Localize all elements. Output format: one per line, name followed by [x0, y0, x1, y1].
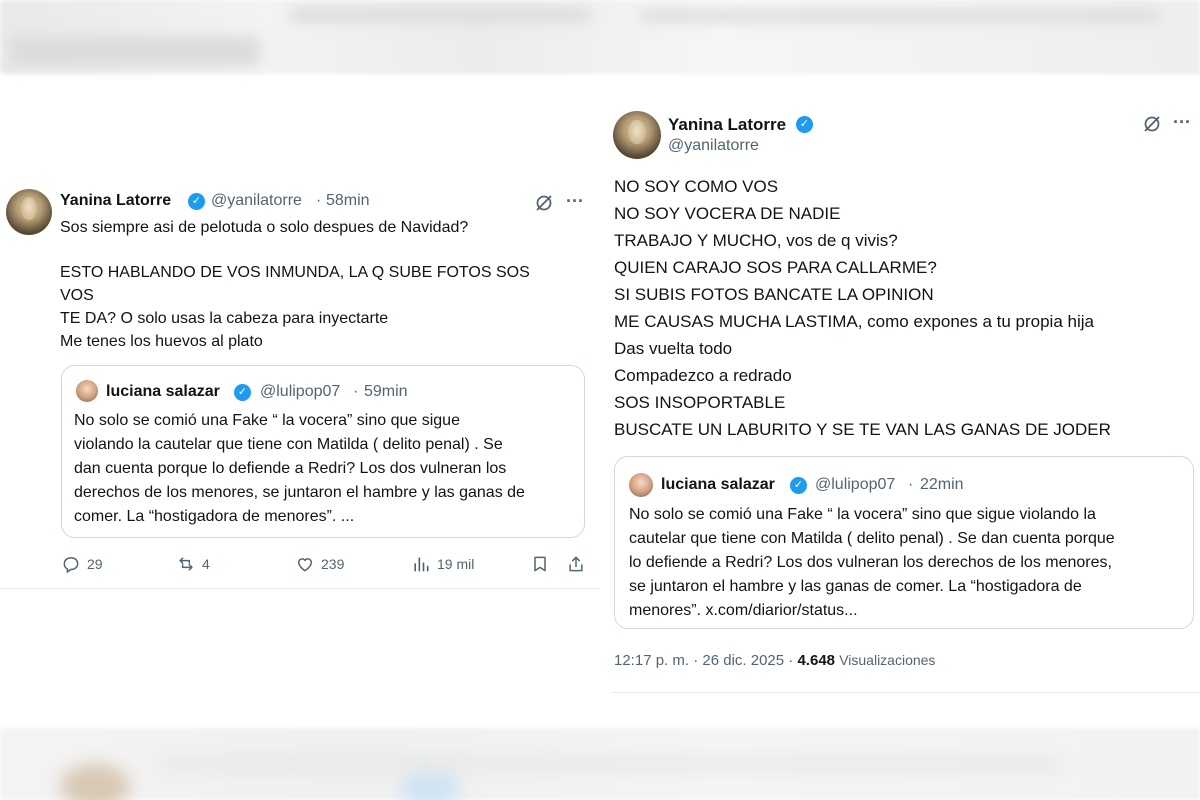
dot-separator: · [316, 192, 322, 209]
divider [612, 692, 1200, 693]
blurred-top-band [0, 0, 1200, 74]
dot-separator: · [908, 476, 914, 493]
tweet-body-line: Me tenes los huevos al plato [60, 333, 263, 350]
verified-badge-icon: ✓ [790, 477, 807, 494]
dot-separator: · [693, 652, 703, 669]
repost-count: 4 [202, 556, 210, 572]
quoted-text-line: No solo se comió una Fake “ la vocera” s… [629, 506, 1096, 523]
views-button[interactable]: 19 mil [411, 554, 474, 574]
tweet-body-line: SI SUBIS FOTOS BANCATE LA OPINION [614, 285, 934, 304]
like-count: 239 [321, 556, 345, 572]
tweet-body-line: TRABAJO Y MUCHO, vos de q vivis? [614, 231, 898, 250]
bookmark-button[interactable] [530, 554, 550, 574]
bookmark-icon [534, 556, 546, 572]
tweet-body-line: ME CAUSAS MUCHA LASTIMA, como expones a … [614, 312, 1094, 331]
quoted-author-name: luciana salazar [661, 476, 775, 493]
tweet-body-line: NO SOY VOCERA DE NADIE [614, 204, 841, 223]
blurred-bottom-band [0, 728, 1200, 800]
quoted-author-avatar [76, 380, 98, 402]
like-icon [297, 558, 313, 572]
repost-button[interactable]: 4 [176, 554, 210, 574]
tweet-body-line: Compadezco a redrado [614, 366, 792, 385]
quoted-text-line: comer. La “hostigadora de menores”. ... [74, 508, 355, 525]
author-name[interactable]: Yanina Latorre [668, 115, 786, 135]
tweet-metadata: 12:17 p. m. · 26 dic. 2025 · 4.648 Visua… [614, 652, 935, 669]
views-count: 19 mil [437, 556, 475, 572]
left-tweet[interactable]: Yanina Latorre ✓ @yanilatorre · 58min ··… [0, 175, 600, 590]
right-tweet[interactable]: Yanina Latorre ✓ @yanilatorre ··· NO SOY… [600, 100, 1200, 700]
tweet-body-line: SOS INSOPORTABLE [614, 393, 786, 412]
views-count: 4.648 [797, 652, 836, 669]
like-button[interactable]: 239 [295, 554, 344, 574]
divider [0, 588, 600, 589]
author-handle[interactable]: @yanilatorre [211, 192, 302, 210]
repost-icon [179, 557, 193, 571]
quoted-time: 59min [364, 383, 408, 400]
tweet-body-line: Das vuelta todo [614, 339, 733, 358]
author-handle[interactable]: @yanilatorre [668, 137, 759, 155]
share-button[interactable] [566, 554, 586, 574]
quoted-text-line: derechos de los menores, se juntaron el … [74, 484, 525, 501]
verified-badge-icon: ✓ [796, 116, 813, 133]
quoted-author-avatar [629, 473, 653, 497]
post-date[interactable]: 26 dic. 2025 [702, 652, 784, 669]
tweet-body-line: VOS [60, 287, 94, 304]
quoted-author-handle: @lulipop07 [260, 383, 341, 400]
quoted-time: 22min [920, 476, 964, 493]
views-icon [414, 557, 429, 572]
tweet-body-line: QUIEN CARAJO SOS PARA CALLARME? [614, 258, 937, 277]
dot-separator: · [353, 383, 359, 400]
quoted-text-line: dan cuenta porque lo defiende a Redri? L… [74, 460, 507, 477]
tweet-body-line: NO SOY COMO VOS [614, 177, 779, 196]
tweet-body-line: TE DA? O solo usas la cabeza para inyect… [60, 310, 389, 327]
views-label: Visualizaciones [839, 652, 936, 668]
tweet-body-line: Sos siempre asi de pelotuda o solo despu… [60, 219, 469, 236]
author-avatar[interactable] [6, 189, 52, 235]
grok-icon[interactable] [1142, 114, 1162, 137]
quoted-text-line: violando la cautelar que tiene con Matil… [74, 436, 503, 453]
tweet-time[interactable]: 58min [326, 192, 370, 210]
grok-icon[interactable] [534, 193, 554, 216]
quoted-tweet[interactable]: luciana salazar ✓ @lulipop07 · 22min No … [614, 456, 1194, 629]
quoted-text-line: cautelar que tiene con Matilda ( delito … [629, 530, 1115, 547]
tweet-body-line: ESTO HABLANDO DE VOS INMUNDA, LA Q SUBE … [60, 264, 530, 281]
post-time[interactable]: 12:17 p. m. [614, 652, 689, 669]
quoted-text-line: lo defiende a Redri? Los dos vulneran lo… [629, 554, 1112, 571]
author-avatar[interactable] [613, 111, 661, 159]
reply-icon [63, 557, 79, 574]
quoted-text-line: se juntaron el hambre y las ganas de com… [629, 578, 1082, 595]
quoted-author-name: luciana salazar [106, 383, 220, 400]
quoted-text-line: No solo se comió una Fake “ la vocera” s… [74, 412, 460, 429]
more-icon[interactable]: ··· [1173, 113, 1191, 131]
verified-badge-icon: ✓ [234, 384, 251, 401]
quoted-tweet[interactable]: luciana salazar ✓ @lulipop07 · 59min No … [61, 365, 585, 538]
quoted-author-handle: @lulipop07 [815, 476, 896, 493]
reply-button[interactable]: 29 [61, 554, 103, 574]
author-name[interactable]: Yanina Latorre [60, 192, 171, 210]
verified-badge-icon: ✓ [188, 193, 205, 210]
share-icon [569, 556, 583, 572]
reply-count: 29 [87, 556, 103, 572]
tweet-body-line: BUSCATE UN LABURITO Y SE TE VAN LAS GANA… [614, 420, 1111, 439]
more-icon[interactable]: ··· [566, 192, 584, 210]
quoted-text-line: menores”. x.com/diarior/status... [629, 602, 858, 619]
